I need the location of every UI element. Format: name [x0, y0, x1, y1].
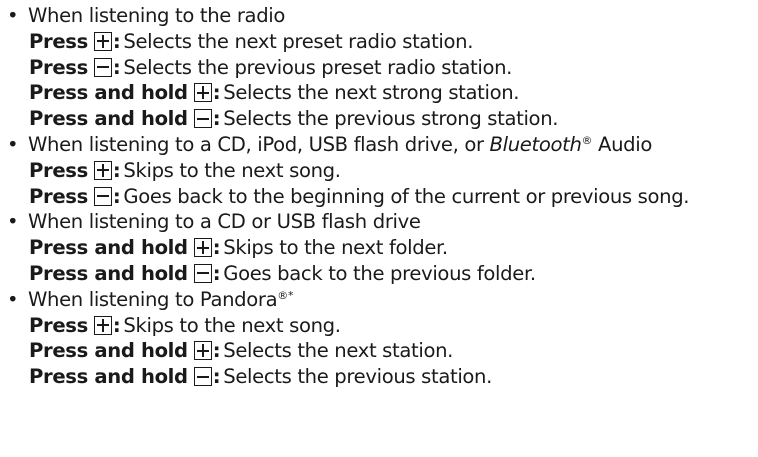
colon: :	[212, 107, 221, 131]
heading-text-pre: When listening to Pandora	[28, 287, 278, 311]
plus-button-icon	[193, 83, 212, 103]
item-description: Selects the next strong station.	[223, 81, 520, 105]
heading-text: When listening to a CD, iPod, USB flash …	[28, 133, 652, 156]
section-heading: • When listening to a CD, iPod, USB flas…	[0, 132, 758, 158]
item-description: Goes back to the previous folder.	[223, 261, 536, 285]
bullet: •	[7, 287, 19, 311]
plus-button-icon	[193, 238, 212, 258]
action-label: Press and hold	[29, 261, 188, 285]
item-description: Skips to the next folder.	[223, 236, 448, 260]
action-label: Press and hold	[29, 81, 188, 105]
colon: :	[112, 184, 121, 208]
colon: :	[212, 81, 221, 105]
control-item: Press and hold: Selects the next strong s…	[0, 80, 758, 106]
control-item: Press and hold: Skips to the next folder.	[0, 235, 758, 261]
action-label: Press and hold	[29, 339, 188, 363]
item-description: Selects the next preset radio station.	[123, 29, 474, 53]
heading-text-pre: When listening to a CD, iPod, USB flash …	[28, 132, 490, 156]
control-item: Press and hold: Selects the previous stat…	[0, 364, 758, 390]
control-item: Press and hold: Selects the previous stro…	[0, 106, 758, 132]
colon: :	[112, 158, 121, 182]
action-label: Press and hold	[29, 365, 188, 389]
plus-button-icon	[93, 160, 112, 180]
minus-button-icon	[93, 57, 112, 77]
control-item: Press: Selects the previous preset radio …	[0, 55, 758, 81]
section-heading: • When listening to a CD or USB flash dr…	[0, 209, 758, 235]
heading-text: When listening to Pandora®*	[28, 288, 293, 311]
heading-text-italic: Bluetooth	[489, 132, 582, 156]
item-description: Skips to the next song.	[123, 158, 341, 182]
item-description: Skips to the next song.	[123, 313, 341, 337]
colon: :	[112, 55, 121, 79]
colon: :	[112, 313, 121, 337]
minus-button-icon	[193, 109, 212, 129]
control-item: Press: Goes back to the beginning of the …	[0, 184, 758, 210]
plus-button-icon	[193, 341, 212, 361]
control-item: Press: Selects the next preset radio stat…	[0, 29, 758, 55]
plus-button-icon	[93, 31, 112, 51]
colon: :	[212, 236, 221, 260]
minus-button-icon	[193, 367, 212, 387]
action-label: Press and hold	[29, 236, 188, 260]
action-label: Press	[29, 313, 88, 337]
colon: :	[212, 261, 221, 285]
heading-text: When listening to the radio	[28, 4, 286, 27]
item-description: Selects the previous station.	[223, 365, 493, 389]
section-heading: • When listening to the radio	[0, 3, 758, 29]
plus-button-icon	[93, 315, 112, 335]
control-item: Press and hold: Selects the next station.	[0, 338, 758, 364]
item-description: Selects the previous strong station.	[223, 107, 559, 131]
action-label: Press and hold	[29, 107, 188, 131]
footnote-star: *	[287, 288, 294, 302]
control-item: Press: Skips to the next song.	[0, 158, 758, 184]
control-item: Press and hold: Goes back to the previous…	[0, 261, 758, 287]
bullet: •	[7, 210, 19, 234]
action-label: Press	[29, 29, 88, 53]
bullet: •	[7, 4, 19, 27]
colon: :	[112, 29, 121, 53]
registered-mark: ®	[581, 133, 593, 147]
colon: :	[212, 365, 221, 389]
bullet: •	[7, 132, 19, 156]
item-description: Selects the previous preset radio statio…	[123, 55, 513, 79]
action-label: Press	[29, 158, 88, 182]
item-description: Selects the next station.	[223, 339, 454, 363]
document: • When listening to the radio Press: Sele…	[0, 0, 758, 390]
minus-button-icon	[93, 186, 112, 206]
heading-text: When listening to a CD or USB flash driv…	[28, 210, 421, 234]
registered-mark: ®	[277, 288, 288, 302]
colon: :	[212, 339, 221, 363]
control-item: Press: Skips to the next song.	[0, 313, 758, 339]
action-label: Press	[29, 55, 88, 79]
heading-text-post: Audio	[592, 132, 652, 156]
section-heading: • When listening to Pandora®*	[0, 287, 758, 313]
minus-button-icon	[193, 263, 212, 283]
action-label: Press	[29, 184, 88, 208]
item-description: Goes back to the beginning of the curren…	[123, 184, 690, 208]
